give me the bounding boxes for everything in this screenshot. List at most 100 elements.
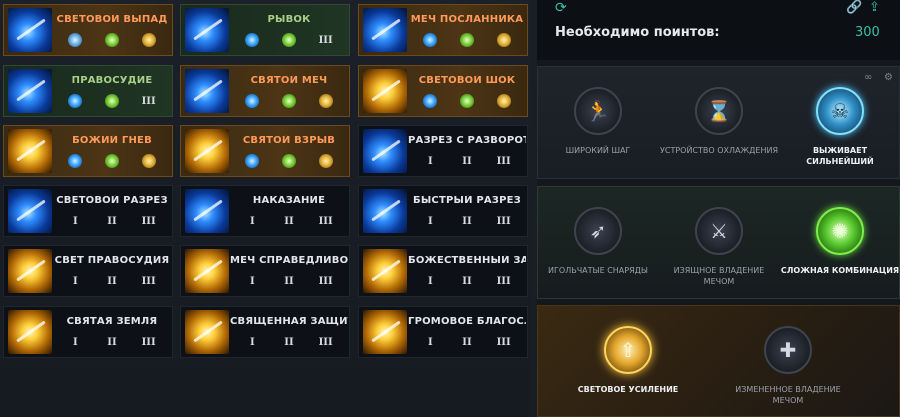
rune-gold-icon[interactable]	[317, 153, 335, 169]
passive-skill[interactable]: ⇧ Световое усиление	[568, 326, 688, 395]
rune-skull-icon[interactable]	[66, 32, 84, 48]
skill-card[interactable]: Свет правосудия I II III	[3, 245, 173, 297]
rune-slot[interactable]: III	[317, 213, 335, 229]
skill-card[interactable]: Световой выпад	[3, 4, 173, 56]
rune-blue-icon[interactable]	[421, 32, 439, 48]
skill-card[interactable]: Разрез с разворота I II III	[358, 125, 528, 177]
skill-card[interactable]: Святой меч	[180, 65, 350, 117]
skill-card[interactable]: Меч справедливос...IIIIII	[180, 245, 350, 297]
light-surge-icon: ⇧	[604, 326, 652, 374]
rune-green-icon[interactable]	[280, 93, 298, 109]
rune-slot[interactable]: II	[103, 273, 121, 289]
rune-slot[interactable]: III	[317, 32, 335, 48]
rune-slot[interactable]: II	[280, 273, 298, 289]
rune-gem-icon	[245, 94, 260, 108]
rune-row: I II III	[57, 273, 167, 289]
rune-row: I II III	[412, 273, 522, 289]
rune-slot[interactable]: III	[140, 93, 158, 109]
gear-icon[interactable]: ⚙	[884, 72, 893, 83]
rune-slot[interactable]: I	[243, 213, 261, 229]
skill-card[interactable]: Святой взрыв	[180, 125, 350, 177]
rune-blue-icon[interactable]	[66, 153, 84, 169]
skill-card[interactable]: Наказание I II III	[180, 185, 350, 237]
rune-green-icon[interactable]	[103, 32, 121, 48]
rune-slot[interactable]: III	[140, 213, 158, 229]
skill-card[interactable]: Световой шок	[358, 65, 528, 117]
skill-name: Меч справедливос...	[230, 255, 348, 266]
passive-skill[interactable]: ➶ Игольчатые снаряды	[538, 207, 658, 276]
skill-name: Рывок	[267, 14, 311, 25]
rune-slot[interactable]: II	[458, 213, 476, 229]
skill-card[interactable]: Громовое благосл...IIIIII	[358, 306, 528, 358]
rune-row	[412, 93, 522, 109]
rune-blue-icon[interactable]	[243, 153, 261, 169]
link-icon[interactable]: ∞	[864, 72, 872, 83]
skill-card[interactable]: Священная защитаIIIIII	[180, 306, 350, 358]
rune-slot[interactable]: I	[66, 334, 84, 350]
rune-slot[interactable]: I	[243, 273, 261, 289]
rune-slot[interactable]: II	[458, 153, 476, 169]
rune-blue-icon[interactable]	[243, 93, 261, 109]
skill-card[interactable]: Меч посланника	[358, 4, 528, 56]
skill-card[interactable]: Правосудие III	[3, 65, 173, 117]
rune-gem-icon	[68, 154, 83, 168]
rune-slot[interactable]: I	[421, 273, 439, 289]
passive-skill[interactable]: ☠ Выживает сильнейший	[780, 87, 900, 167]
rune-slot[interactable]: III	[317, 273, 335, 289]
skill-card[interactable]: Божий гнев	[3, 125, 173, 177]
rune-green-icon[interactable]	[280, 153, 298, 169]
rune-slot[interactable]: III	[495, 334, 513, 350]
rune-slot[interactable]: I	[66, 213, 84, 229]
skill-name: Световой разрез	[56, 195, 168, 206]
skill-card[interactable]: Быстрый разрез I II III	[358, 185, 528, 237]
rune-gold-icon[interactable]	[495, 93, 513, 109]
rune-gem-icon	[245, 33, 260, 47]
link-icon[interactable]: 🔗	[846, 0, 862, 15]
rune-slot[interactable]: I	[421, 334, 439, 350]
rune-blue-icon[interactable]	[243, 32, 261, 48]
rune-slot[interactable]: II	[103, 213, 121, 229]
rune-green-icon[interactable]	[458, 93, 476, 109]
passive-skill[interactable]: ✚ Измененное владение мечом	[728, 326, 848, 406]
rune-slot[interactable]: I	[243, 334, 261, 350]
rune-green-icon[interactable]	[103, 153, 121, 169]
rune-slot[interactable]: II	[458, 334, 476, 350]
rune-slot[interactable]: I	[421, 153, 439, 169]
passive-skill[interactable]: ✺ Сложная комбинация	[780, 207, 900, 276]
rune-gold-icon[interactable]	[317, 93, 335, 109]
refresh-icon[interactable]: ⟳	[555, 1, 571, 15]
rune-gold-icon[interactable]	[140, 153, 158, 169]
rune-blue-icon[interactable]	[66, 93, 84, 109]
passive-label: Выживает сильнейший	[806, 146, 874, 166]
share-icon[interactable]: ⇪	[869, 0, 880, 15]
rune-green-icon[interactable]	[458, 32, 476, 48]
rune-gold-icon[interactable]	[140, 32, 158, 48]
rune-gem-icon	[281, 33, 296, 47]
rune-slot[interactable]: III	[495, 213, 513, 229]
skill-card[interactable]: Святая земля I II III	[3, 306, 173, 358]
rune-slot[interactable]: III	[140, 273, 158, 289]
skill-card[interactable]: Световой разрез I II III	[3, 185, 173, 237]
skill-card[interactable]: Божественный зак...IIIIII	[358, 245, 528, 297]
rune-slot[interactable]: II	[458, 273, 476, 289]
passive-skill[interactable]: 🏃 Широкий шаг	[538, 87, 658, 156]
skill-body: Световой выпад	[52, 5, 172, 55]
skill-name: Святой меч	[250, 75, 328, 86]
rune-slot[interactable]: III	[495, 273, 513, 289]
rune-slot[interactable]: II	[280, 334, 298, 350]
rune-slot[interactable]: I	[421, 213, 439, 229]
rune-slot[interactable]: III	[495, 153, 513, 169]
rune-slot[interactable]: II	[280, 213, 298, 229]
rune-blue-icon[interactable]	[421, 93, 439, 109]
rune-slot[interactable]: III	[317, 334, 335, 350]
skill-card[interactable]: Рывок III	[180, 4, 350, 56]
rune-slot[interactable]: III	[140, 334, 158, 350]
rune-green-icon[interactable]	[103, 93, 121, 109]
rune-slot[interactable]: II	[103, 334, 121, 350]
rune-gold-icon[interactable]	[495, 32, 513, 48]
rune-row: I II III	[234, 213, 344, 229]
rune-slot[interactable]: I	[66, 273, 84, 289]
rune-green-icon[interactable]	[280, 32, 298, 48]
passive-skill[interactable]: ⌛ Устройство охлаждения	[659, 87, 779, 156]
passive-skill[interactable]: ⚔ Изящное владение мечом	[659, 207, 779, 287]
